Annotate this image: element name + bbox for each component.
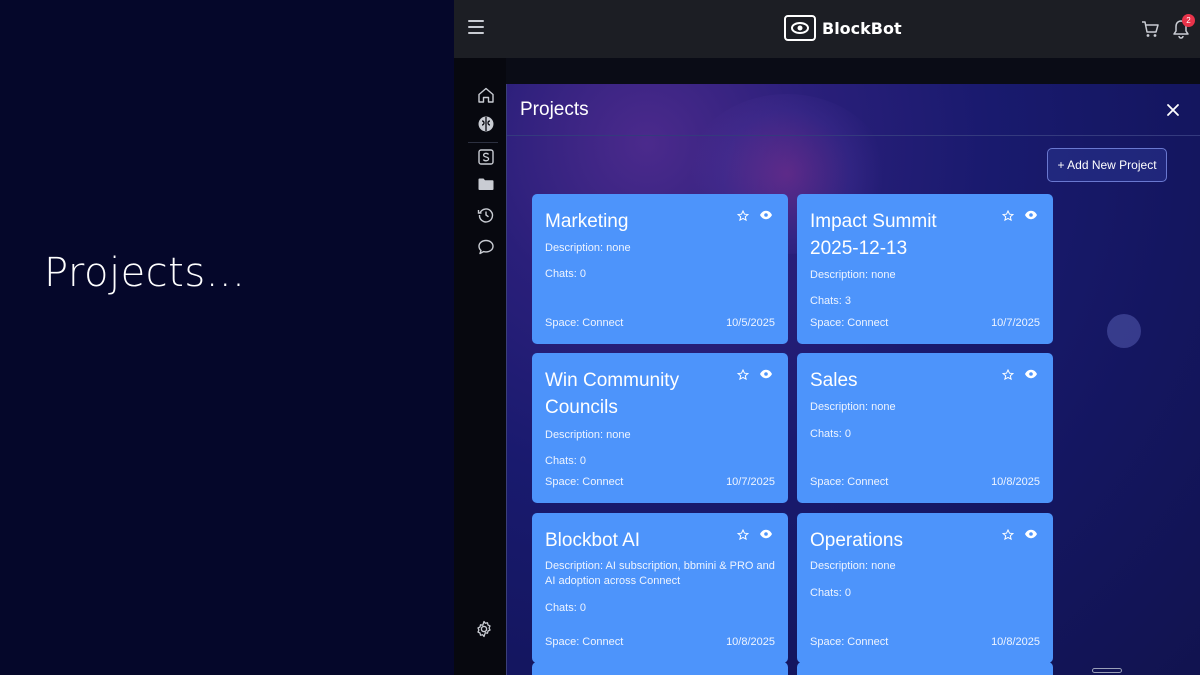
project-date: 10/8/2025 [991, 476, 1040, 488]
eye-icon[interactable] [1024, 367, 1038, 381]
project-card[interactable]: Sales Description: none Chats: 0 Space: … [797, 353, 1053, 503]
project-title: Blockbot AI [545, 530, 641, 551]
star-icon[interactable] [736, 209, 750, 222]
project-date: 10/7/2025 [726, 476, 775, 488]
top-bar: BlockBot 2 [454, 0, 1200, 58]
project-chats: Chats: 0 [545, 268, 586, 280]
slide-caption: Projects... [44, 250, 246, 296]
add-new-project-button[interactable]: + Add New Project [1047, 148, 1167, 182]
project-chats: Chats: 0 [545, 455, 586, 467]
project-date: 10/5/2025 [726, 317, 775, 329]
brand[interactable]: BlockBot [784, 14, 902, 42]
project-card[interactable]: Impact Summit 2025-12-13 Description: no… [797, 194, 1053, 344]
folder-icon[interactable] [477, 175, 495, 193]
home-icon[interactable] [477, 86, 495, 104]
panel-title: Projects [520, 99, 589, 120]
project-card-partial[interactable] [532, 662, 788, 675]
project-title: Sales [810, 370, 858, 391]
project-card-partial[interactable] [797, 662, 1053, 675]
project-title: Operations [810, 530, 903, 551]
project-card[interactable]: Marketing Description: none Chats: 0 Spa… [532, 194, 788, 344]
scroll-handle[interactable] [1092, 668, 1122, 673]
history-icon[interactable] [477, 206, 495, 224]
chat-bubble-icon[interactable] [477, 238, 495, 256]
brain-icon[interactable] [477, 115, 495, 133]
project-title: Impact Summit 2025-12-13 [810, 211, 937, 259]
side-navigation [454, 58, 506, 675]
app-window: BlockBot 2 Projects + Add New Project Ma… [454, 0, 1200, 675]
hamburger-menu-icon[interactable] [468, 20, 484, 36]
project-date: 10/8/2025 [991, 636, 1040, 648]
panel-header: Projects [507, 84, 1200, 136]
star-icon[interactable] [1001, 368, 1015, 381]
project-date: 10/7/2025 [991, 317, 1040, 329]
gear-icon[interactable] [475, 620, 493, 638]
star-icon[interactable] [736, 368, 750, 381]
project-title: Win Community Councils [545, 370, 680, 418]
project-card[interactable]: Win Community Councils Description: none… [532, 353, 788, 503]
eye-icon[interactable] [759, 527, 773, 541]
project-chats: Chats: 3 [810, 295, 851, 307]
eye-icon[interactable] [759, 367, 773, 381]
project-description: Description: none [810, 401, 896, 413]
star-icon[interactable] [1001, 209, 1015, 222]
projects-panel: Projects + Add New Project Marketing Des… [506, 84, 1200, 675]
star-icon[interactable] [736, 528, 750, 541]
project-space: Space: Connect [810, 317, 889, 329]
notification-badge: 2 [1182, 14, 1195, 27]
project-chats: Chats: 0 [545, 602, 586, 614]
project-chats: Chats: 0 [810, 428, 851, 440]
project-chats: Chats: 0 [810, 587, 851, 599]
project-date: 10/8/2025 [726, 636, 775, 648]
eye-icon[interactable] [1024, 527, 1038, 541]
brand-name: BlockBot [822, 18, 902, 38]
nav-divider [468, 142, 498, 143]
project-description: Description: none [545, 429, 631, 441]
blockbot-logo-icon [784, 15, 816, 41]
s-square-icon[interactable] [477, 148, 495, 166]
project-space: Space: Connect [810, 636, 889, 648]
project-space: Space: Connect [545, 636, 624, 648]
project-description: Description: AI subscription, bbmini & P… [545, 560, 775, 587]
project-title: Marketing [545, 211, 629, 232]
project-card[interactable]: Blockbot AI Description: AI subscription… [532, 513, 788, 663]
eye-icon[interactable] [1024, 208, 1038, 222]
project-space: Space: Connect [810, 476, 889, 488]
project-description: Description: none [810, 269, 896, 281]
background-orb [1107, 314, 1141, 348]
project-description: Description: none [810, 560, 896, 572]
star-icon[interactable] [1001, 528, 1015, 541]
eye-icon[interactable] [759, 208, 773, 222]
cart-icon[interactable] [1140, 19, 1160, 44]
project-card[interactable]: Operations Description: none Chats: 0 Sp… [797, 513, 1053, 663]
project-space: Space: Connect [545, 476, 624, 488]
project-space: Space: Connect [545, 317, 624, 329]
close-icon[interactable] [1165, 102, 1181, 118]
project-description: Description: none [545, 242, 631, 254]
